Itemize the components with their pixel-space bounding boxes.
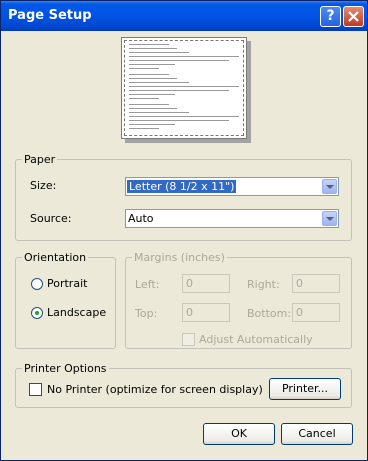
page-setup-dialog: Page Setup ? Paper Size: Letter (8 1/2 x… [0, 0, 368, 461]
portrait-label[interactable]: Portrait [47, 277, 87, 290]
adjust-automatically-label[interactable]: Adjust Automatically [199, 333, 313, 346]
chevron-down-icon[interactable] [322, 211, 337, 226]
close-button[interactable] [343, 6, 364, 27]
right-margin-input[interactable]: 0 [292, 274, 340, 293]
orientation-legend: Orientation [24, 251, 87, 264]
right-margin-label: Right: [247, 278, 280, 291]
landscape-label[interactable]: Landscape [47, 306, 106, 319]
close-icon [348, 11, 359, 22]
bottom-margin-input[interactable]: 0 [292, 303, 340, 322]
orientation-group: Orientation [15, 251, 116, 349]
landscape-radio[interactable] [31, 307, 43, 319]
right-margin-value: 0 [296, 277, 303, 290]
adjust-automatically-checkbox[interactable] [182, 333, 195, 346]
no-printer-label[interactable]: No Printer (optimize for screen display) [47, 383, 263, 396]
paper-legend: Paper [24, 153, 56, 166]
portrait-radio[interactable] [31, 278, 43, 290]
top-margin-value: 0 [186, 306, 193, 319]
left-margin-label: Left: [135, 278, 160, 291]
help-button[interactable]: ? [320, 6, 341, 27]
margins-legend: Margins (inches) [134, 251, 225, 264]
left-margin-input[interactable]: 0 [182, 274, 230, 293]
printer-button[interactable]: Printer... [269, 378, 341, 400]
dialog-title: Page Setup [8, 8, 92, 23]
source-value: Auto [128, 212, 154, 225]
size-label: Size: [30, 179, 57, 192]
no-printer-checkbox[interactable] [29, 383, 42, 396]
ok-button[interactable]: OK [203, 423, 275, 445]
top-margin-label: Top: [135, 307, 158, 320]
source-label: Source: [30, 212, 72, 225]
bottom-margin-label: Bottom: [247, 307, 292, 320]
printer-options-legend: Printer Options [24, 362, 107, 375]
page-preview [121, 37, 247, 139]
source-select[interactable]: Auto [125, 209, 339, 228]
left-margin-value: 0 [186, 277, 193, 290]
bottom-margin-value: 0 [296, 306, 303, 319]
cancel-button[interactable]: Cancel [281, 423, 353, 445]
chevron-down-icon[interactable] [322, 179, 337, 194]
preview-page-content [124, 40, 244, 136]
size-select[interactable]: Letter (8 1/2 x 11") [125, 177, 339, 196]
title-bar[interactable]: Page Setup ? [1, 1, 367, 31]
top-margin-input[interactable]: 0 [182, 303, 230, 322]
size-value: Letter (8 1/2 x 11") [127, 180, 237, 193]
help-icon: ? [326, 8, 335, 24]
